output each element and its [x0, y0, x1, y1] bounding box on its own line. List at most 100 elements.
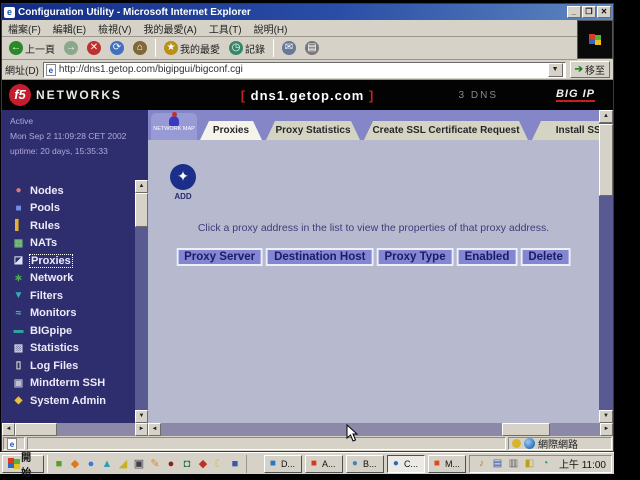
bracket-close: ] [369, 88, 374, 103]
scroll-right-icon[interactable]: ► [135, 423, 148, 436]
scroll-thumb[interactable] [502, 423, 550, 436]
menu-help[interactable]: 說明(H) [254, 21, 288, 36]
main-scrollbar-vertical[interactable]: ▲ ▼ [599, 110, 613, 423]
sidebar-item-log-files[interactable]: ▯Log Files [12, 357, 106, 375]
close-button[interactable]: ✕ [597, 6, 611, 18]
task-button-4[interactable]: ●C... [387, 455, 425, 473]
scroll-up-icon[interactable]: ▲ [599, 110, 613, 123]
scroll-up-icon[interactable]: ▲ [135, 180, 148, 193]
quick-launch-icon-11[interactable]: ☾ [212, 457, 226, 471]
history-button[interactable]: ◷ 記錄 [226, 39, 268, 58]
ime-icon[interactable]: ▤ [491, 457, 504, 470]
add-button[interactable]: ✦ [170, 164, 196, 190]
scroll-down-icon[interactable]: ▼ [599, 410, 613, 423]
quick-launch-icon-12[interactable]: ■ [228, 457, 242, 471]
sidebar-item-rules[interactable]: ▌Rules [12, 217, 106, 235]
quick-launch-icon-2[interactable]: ◆ [68, 457, 82, 471]
print-button[interactable]: ▤ [302, 39, 322, 58]
volume-icon[interactable]: ♪ [475, 457, 488, 470]
sidebar-item-proxies[interactable]: ◪Proxies [12, 252, 106, 270]
col-enabled[interactable]: Enabled [457, 248, 518, 266]
quick-launch-icon-4[interactable]: ▲ [100, 457, 114, 471]
home-button[interactable]: ⌂ [130, 39, 150, 58]
quick-launch-icon-6[interactable]: ▣ [132, 457, 146, 471]
sidebar-nav: ●Nodes ■Pools ▌Rules ▦NATs ◪Proxies ∗Net… [12, 182, 106, 410]
sync-icon[interactable]: ◔ [539, 457, 552, 470]
scroll-down-icon[interactable]: ▼ [135, 410, 148, 423]
menu-view[interactable]: 檢視(V) [98, 21, 131, 36]
tab-proxies[interactable]: Proxies [200, 121, 262, 140]
scroll-right-icon[interactable]: ► [600, 423, 613, 436]
filters-icon: ▼ [12, 290, 25, 301]
quick-launch-icon-1[interactable]: ■ [52, 457, 66, 471]
address-input[interactable]: e http://dns1.getop.com/bigipgui/bigconf… [43, 62, 566, 78]
proxy-table: Proxy Server Destination Host Proxy Type… [173, 245, 574, 269]
quick-launch-icon-10[interactable]: ◆ [196, 457, 210, 471]
scroll-left-icon[interactable]: ◄ [148, 423, 161, 436]
tab-create-ssl-certificate-request[interactable]: Create SSL Certificate Request [364, 121, 528, 140]
start-button[interactable]: 開始 [2, 455, 44, 473]
col-delete[interactable]: Delete [520, 248, 571, 266]
tab-proxy-statistics[interactable]: Proxy Statistics [266, 121, 360, 140]
col-destination-host[interactable]: Destination Host [266, 248, 373, 266]
back-button[interactable]: ← 上一頁 [6, 39, 58, 58]
sidebar-scrollbar[interactable]: ▲ ▼ [135, 180, 148, 423]
sidebar-item-statistics[interactable]: ▨Statistics [12, 340, 106, 358]
quick-launch-icon-8[interactable]: ● [164, 457, 178, 471]
desktop: e Configuration Utility - Microsoft Inte… [0, 0, 640, 480]
stop-button[interactable]: ✕ [84, 39, 104, 58]
favorites-button[interactable]: ★ 我的最愛 [161, 39, 223, 58]
scroll-left-icon[interactable]: ◄ [2, 423, 15, 436]
task-button-5[interactable]: ■M... [428, 455, 466, 473]
title-bar[interactable]: e Configuration Utility - Microsoft Inte… [2, 4, 613, 20]
scroll-thumb[interactable] [599, 124, 613, 196]
sidebar-item-system-admin[interactable]: ◆System Admin [12, 392, 106, 410]
sidebar-item-monitors[interactable]: ≈Monitors [12, 305, 106, 323]
statistics-icon: ▨ [12, 343, 25, 354]
menu-tools[interactable]: 工具(T) [209, 21, 242, 36]
go-button[interactable]: ➔ 移至 [570, 61, 610, 78]
quick-launch-icon-5[interactable]: ◢ [116, 457, 130, 471]
print-icon: ▤ [305, 41, 319, 55]
quick-launch-icon-9[interactable]: ◘ [180, 457, 194, 471]
minimize-button[interactable]: _ [567, 6, 581, 18]
scroll-thumb[interactable] [15, 423, 57, 436]
system-admin-icon: ◆ [12, 395, 25, 406]
mail-button[interactable]: ✉ [279, 39, 299, 58]
menu-favorites[interactable]: 我的最愛(A) [143, 21, 196, 36]
network-map-button[interactable]: NETWORK MAP [151, 113, 197, 140]
scroll-thumb[interactable] [135, 193, 148, 227]
col-proxy-type[interactable]: Proxy Type [376, 248, 453, 266]
bracket-open: [ [241, 88, 246, 103]
task-button-1[interactable]: ■D... [264, 455, 302, 473]
display-icon[interactable]: ◧ [523, 457, 536, 470]
page-icon: e [7, 438, 17, 450]
bigpipe-icon: ▬ [12, 325, 25, 336]
network-icon[interactable]: ▥ [507, 457, 520, 470]
history-icon: ◷ [229, 41, 243, 55]
task-button-2[interactable]: ■A... [305, 455, 343, 473]
address-dropdown-icon[interactable]: ▼ [548, 63, 563, 77]
page-icon: e [46, 64, 56, 76]
quick-launch-icon-7[interactable]: ✎ [148, 457, 162, 471]
sidebar-item-filters[interactable]: ▼Filters [12, 287, 106, 305]
restore-button[interactable]: ❐ [582, 6, 596, 18]
menu-edit[interactable]: 編輯(E) [53, 21, 86, 36]
refresh-button[interactable]: ⟳ [107, 39, 127, 58]
sidebar-item-network[interactable]: ∗Network [12, 270, 106, 288]
task-button-3[interactable]: ●B... [346, 455, 384, 473]
tab-install-ssl-certificate[interactable]: Install SSL Certifi [532, 121, 599, 140]
sidebar-item-nodes[interactable]: ●Nodes [12, 182, 106, 200]
col-proxy-server[interactable]: Proxy Server [176, 248, 263, 266]
mouse-cursor [346, 424, 358, 442]
sidebar-item-pools[interactable]: ■Pools [12, 200, 106, 218]
sidebar-item-bigpipe[interactable]: ▬BIGpipe [12, 322, 106, 340]
quick-launch-icon-3[interactable]: ● [84, 457, 98, 471]
browser-status-bar: e 網際網路 [2, 436, 613, 451]
sidebar-item-nats[interactable]: ▦NATs [12, 235, 106, 253]
app-icon: ■ [431, 458, 443, 470]
window-title: Configuration Utility - Microsoft Intern… [18, 7, 566, 18]
forward-button[interactable]: → [61, 39, 81, 58]
sidebar-item-mindterm-ssh[interactable]: ▣Mindterm SSH [12, 375, 106, 393]
menu-file[interactable]: 檔案(F) [8, 21, 41, 36]
